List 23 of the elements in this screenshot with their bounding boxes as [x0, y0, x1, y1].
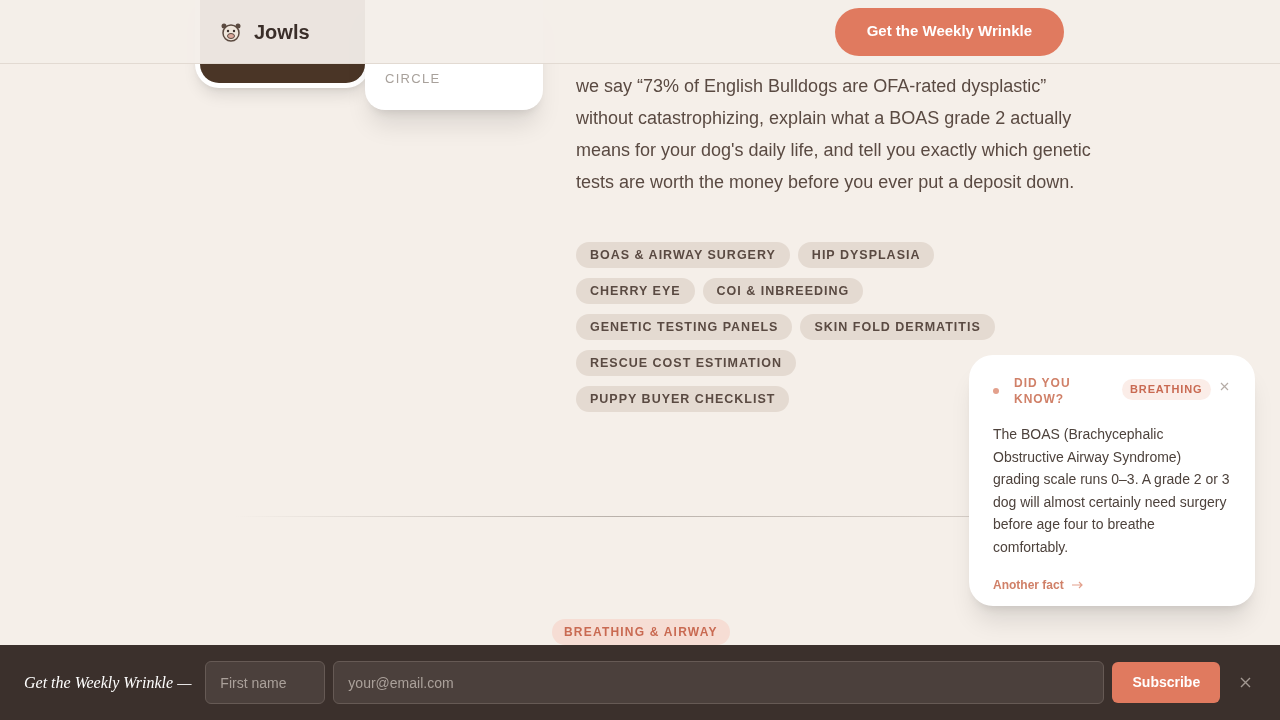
topic-tag[interactable]: BOAS & AIRWAY SURGERY	[576, 242, 790, 268]
arrow-right-icon	[1071, 581, 1083, 589]
close-icon	[1220, 381, 1229, 391]
topic-tag[interactable]: SKIN FOLD DERMATITIS	[800, 314, 995, 340]
topic-tag[interactable]: COI & INBREEDING	[702, 278, 864, 304]
topic-tag[interactable]: HIP DYSPLASIA	[797, 242, 935, 268]
intro-paragraph: we say “73% of English Bulldogs are OFA-rated dysplastic” without catastrophizing, explain what a BOAS grade 2 actually means for your dog's daily life, and tell you exactly which genetic tests are worth the money before you ever put a deposit down.	[576, 75, 1092, 194]
topic-tag[interactable]: GENETIC TESTING PANELS	[576, 314, 793, 340]
card-label: CIRCLE	[385, 69, 441, 88]
topic-tag[interactable]: CHERRY EYE	[576, 278, 695, 304]
email-field[interactable]: your@email.com	[333, 661, 1105, 704]
close-icon	[1239, 677, 1251, 688]
fact-heading: DID YOU KNOW?	[1014, 375, 1072, 407]
fact-text: The BOAS (Brachycephalic Obstructive Airway Syndrome) grading scale runs 0–3. A grade 2 or 3 dog will almost certainly need surgery before age four to breathe comfortably.	[993, 425, 1231, 557]
topic-tag[interactable]: PUPPY BUYER CHECKLIST	[576, 386, 790, 412]
another-fact-link[interactable]: Another fact	[993, 576, 1083, 594]
close-button[interactable]	[1238, 675, 1253, 690]
first-name-field[interactable]: First name	[205, 661, 326, 704]
topic-tag[interactable]: RESCUE COST ESTIMATION	[576, 350, 796, 376]
fact-tag: BREATHING	[1122, 379, 1211, 400]
section-tag: BREATHING & AIRWAY	[552, 619, 730, 645]
brand-name[interactable]: Jowls	[254, 16, 310, 47]
newsletter-title: Get the Weekly Wrinkle —	[24, 672, 192, 694]
